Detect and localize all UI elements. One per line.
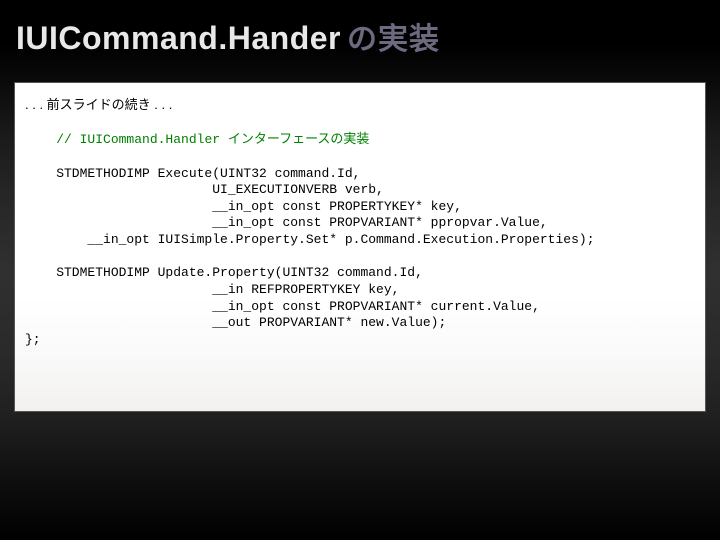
code-execute: STDMETHODIMP Execute(UINT32 command.Id, … — [25, 166, 595, 248]
slide-title: IUICommand.Hander の実装 — [16, 14, 440, 58]
code-block: . . . 前スライドの続き . . . // IUICommand.Handl… — [25, 97, 695, 348]
title-main: IUICommand.Hander — [16, 20, 341, 57]
comment-prefix: // IUICommand.Handler — [56, 132, 228, 147]
comment-jp: インターフェースの実装 — [228, 131, 370, 146]
continuation-note: . . . 前スライドの続き . . . — [25, 97, 172, 112]
title-sub: の実装 — [347, 14, 440, 58]
code-update: STDMETHODIMP Update.Property(UINT32 comm… — [25, 265, 540, 347]
slide: IUICommand.Hander の実装 . . . 前スライドの続き . .… — [0, 0, 720, 540]
code-panel: . . . 前スライドの続き . . . // IUICommand.Handl… — [14, 82, 706, 412]
